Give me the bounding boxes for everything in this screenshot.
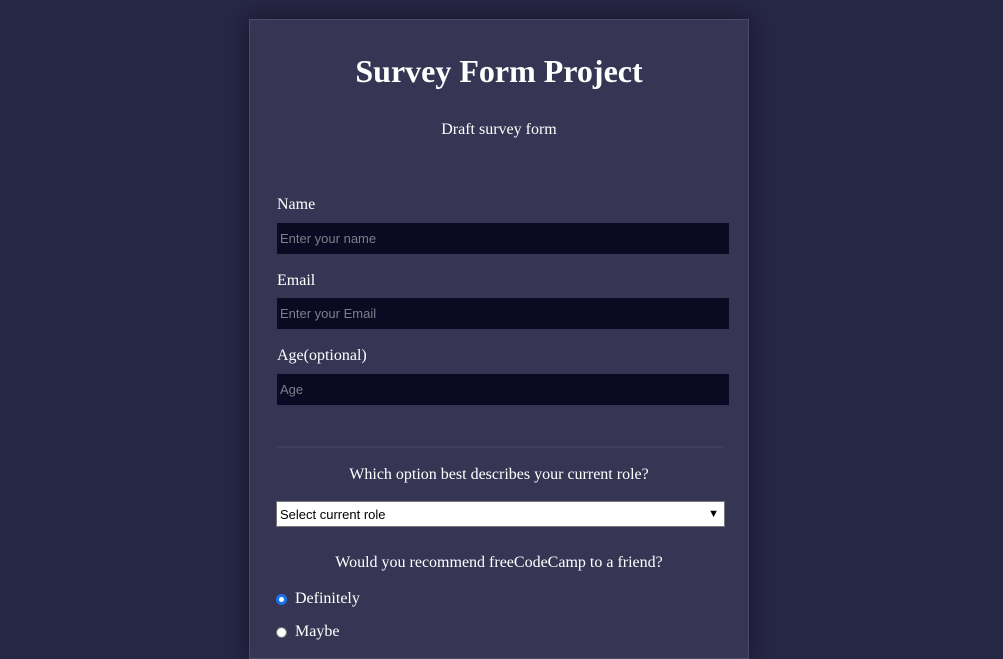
radio-unchecked-icon[interactable]	[276, 626, 287, 638]
age-input[interactable]	[277, 374, 729, 405]
section-divider	[277, 446, 723, 448]
role-question: Which option best describes your current…	[349, 466, 649, 483]
name-input[interactable]	[277, 223, 729, 254]
survey-form-card: Survey Form Project Draft survey form Na…	[249, 19, 749, 659]
role-select-value: Select current role	[280, 506, 386, 522]
age-label: Age(optional)	[277, 347, 367, 364]
radio-option-maybe[interactable]: Maybe	[276, 622, 339, 642]
page-description: Draft survey form	[441, 121, 557, 138]
page-title: Survey Form Project	[355, 53, 643, 89]
radio-checked-icon[interactable]	[276, 593, 287, 605]
chevron-down-icon: ▼	[708, 508, 719, 520]
radio-label-maybe: Maybe	[295, 623, 340, 640]
recommend-question: Would you recommend freeCodeCamp to a fr…	[335, 554, 663, 571]
name-label: Name	[277, 196, 316, 213]
radio-label-definitely: Definitely	[295, 590, 360, 607]
role-select[interactable]: Select current role ▼	[276, 501, 725, 527]
radio-option-definitely[interactable]: Definitely	[276, 589, 360, 609]
email-input[interactable]	[277, 298, 729, 329]
email-label: Email	[277, 272, 316, 289]
